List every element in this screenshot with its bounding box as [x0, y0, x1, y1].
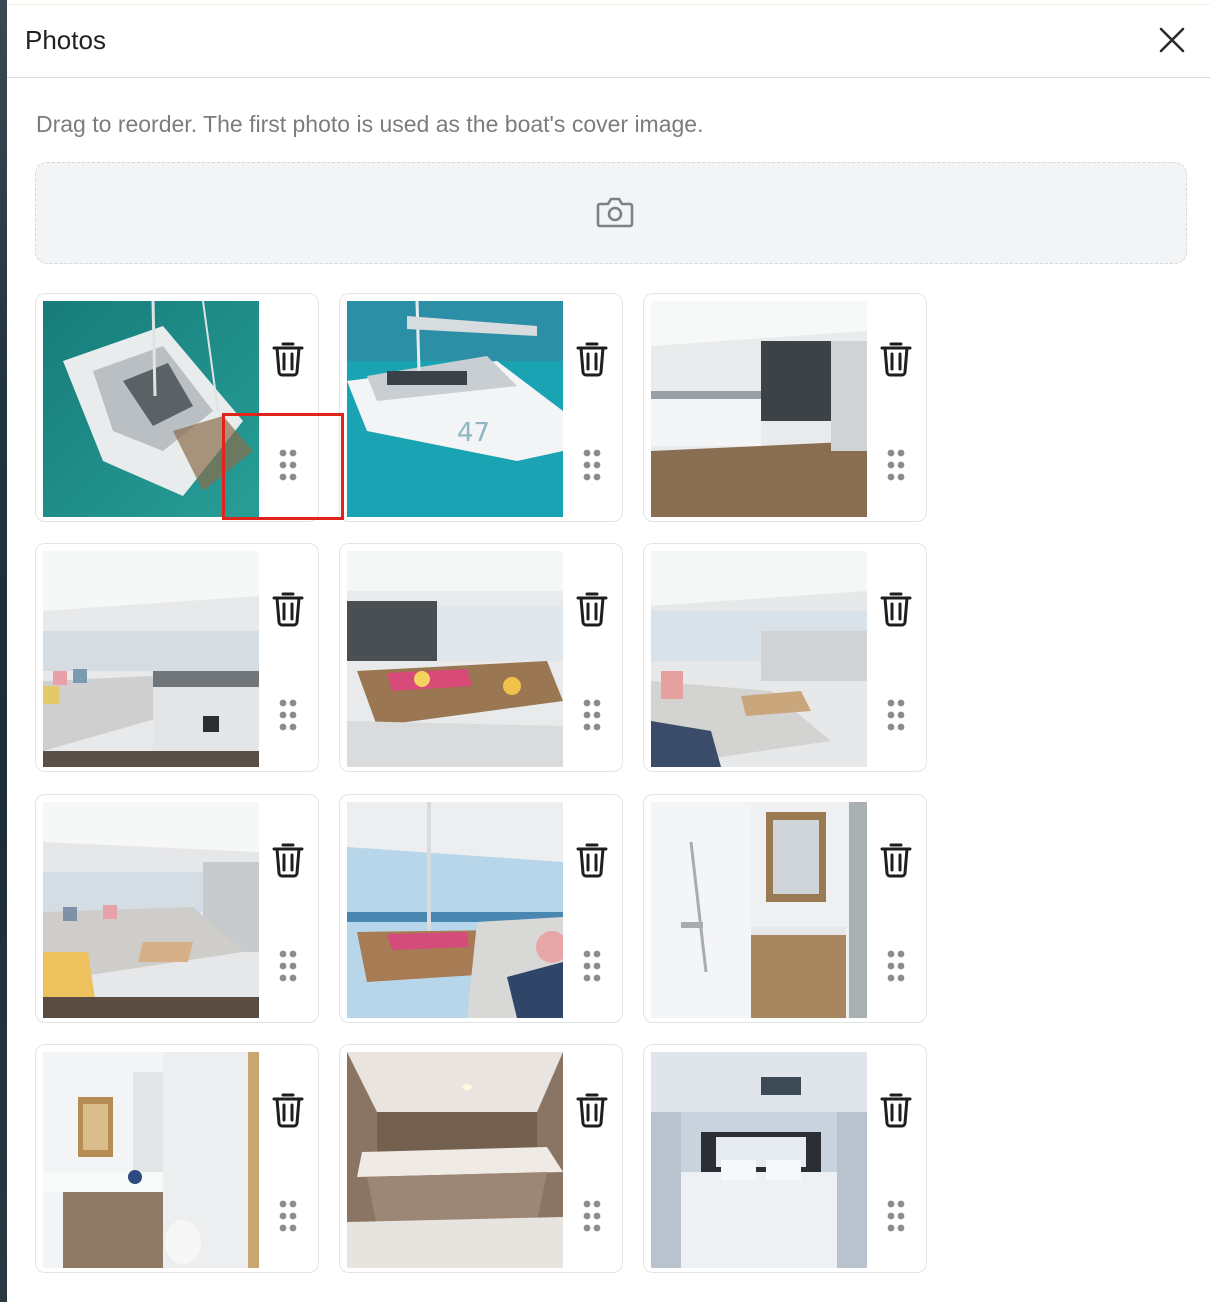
photo-thumbnail[interactable] — [43, 1052, 259, 1268]
drag-handle[interactable] — [582, 950, 602, 982]
modal-title: Photos — [25, 25, 106, 55]
photo-card[interactable] — [339, 794, 623, 1023]
photo-card[interactable] — [643, 794, 927, 1023]
photo-card[interactable]: 47 — [339, 293, 623, 522]
drag-handle-icon — [279, 1200, 297, 1232]
close-button[interactable] — [1155, 23, 1189, 57]
drag-handle[interactable] — [886, 449, 906, 481]
photo-thumbnail[interactable] — [651, 551, 867, 767]
drag-handle[interactable] — [582, 449, 602, 481]
delete-photo-button[interactable] — [270, 840, 306, 878]
delete-photo-button[interactable] — [878, 339, 914, 377]
photo-card[interactable] — [643, 293, 927, 522]
photo-card[interactable] — [643, 1044, 927, 1273]
drag-handle[interactable] — [278, 1200, 298, 1232]
photo-card[interactable] — [35, 293, 319, 522]
photo-thumbnail[interactable] — [43, 301, 259, 517]
photo-card[interactable] — [339, 1044, 623, 1273]
trash-icon — [880, 592, 912, 627]
photo-card[interactable] — [35, 794, 319, 1023]
trash-icon — [576, 592, 608, 627]
trash-icon — [880, 843, 912, 878]
camera-icon — [596, 197, 634, 228]
trash-icon — [880, 342, 912, 377]
trash-icon — [880, 1093, 912, 1128]
page-backdrop — [0, 0, 7, 1302]
photo-thumbnail[interactable] — [651, 301, 867, 517]
drag-handle[interactable] — [582, 699, 602, 731]
delete-photo-button[interactable] — [574, 1090, 610, 1128]
delete-photo-button[interactable] — [878, 840, 914, 878]
delete-photo-button[interactable] — [878, 589, 914, 627]
drag-handle[interactable] — [582, 1200, 602, 1232]
drag-handle[interactable] — [278, 950, 298, 982]
trash-icon — [272, 1093, 304, 1128]
delete-photo-button[interactable] — [574, 339, 610, 377]
drag-handle[interactable] — [886, 699, 906, 731]
photo-card[interactable] — [35, 1044, 319, 1273]
trash-icon — [576, 843, 608, 878]
drag-handle-icon — [279, 950, 297, 982]
photo-card[interactable] — [35, 543, 319, 772]
drag-handle[interactable] — [886, 1200, 906, 1232]
reorder-hint: Drag to reorder. The first photo is used… — [36, 111, 704, 137]
modal-header: Photos — [7, 5, 1210, 78]
photo-thumbnail[interactable]: 47 — [347, 301, 563, 517]
photos-modal: Photos Drag to reorder. The first photo … — [7, 4, 1210, 1303]
drag-handle-icon — [279, 699, 297, 731]
drag-handle-icon — [887, 699, 905, 731]
drag-handle-icon — [887, 449, 905, 481]
photo-card[interactable] — [339, 543, 623, 772]
delete-photo-button[interactable] — [574, 589, 610, 627]
delete-photo-button[interactable] — [270, 339, 306, 377]
drag-handle-icon — [583, 1200, 601, 1232]
drag-handle-icon — [887, 1200, 905, 1232]
drag-handle-icon — [583, 950, 601, 982]
trash-icon — [576, 1093, 608, 1128]
photo-thumbnail[interactable] — [347, 551, 563, 767]
trash-icon — [272, 843, 304, 878]
photo-thumbnail[interactable] — [43, 802, 259, 1018]
drag-handle-icon — [279, 449, 297, 481]
photo-card[interactable] — [643, 543, 927, 772]
photo-thumbnail[interactable] — [651, 802, 867, 1018]
photo-thumbnail[interactable] — [43, 551, 259, 767]
drag-handle-icon — [887, 950, 905, 982]
trash-icon — [272, 342, 304, 377]
delete-photo-button[interactable] — [878, 1090, 914, 1128]
upload-photo-dropzone[interactable] — [35, 162, 1187, 264]
trash-icon — [576, 342, 608, 377]
drag-handle-icon — [583, 699, 601, 731]
photo-thumbnail[interactable] — [651, 1052, 867, 1268]
drag-handle[interactable] — [886, 950, 906, 982]
photo-thumbnail[interactable] — [347, 802, 563, 1018]
delete-photo-button[interactable] — [574, 840, 610, 878]
svg-text:47: 47 — [457, 418, 490, 448]
drag-handle[interactable] — [278, 699, 298, 731]
delete-photo-button[interactable] — [270, 589, 306, 627]
drag-handle-icon — [583, 449, 601, 481]
close-icon — [1159, 27, 1185, 53]
delete-photo-button[interactable] — [270, 1090, 306, 1128]
drag-handle[interactable] — [278, 449, 298, 481]
photo-thumbnail[interactable] — [347, 1052, 563, 1268]
trash-icon — [272, 592, 304, 627]
